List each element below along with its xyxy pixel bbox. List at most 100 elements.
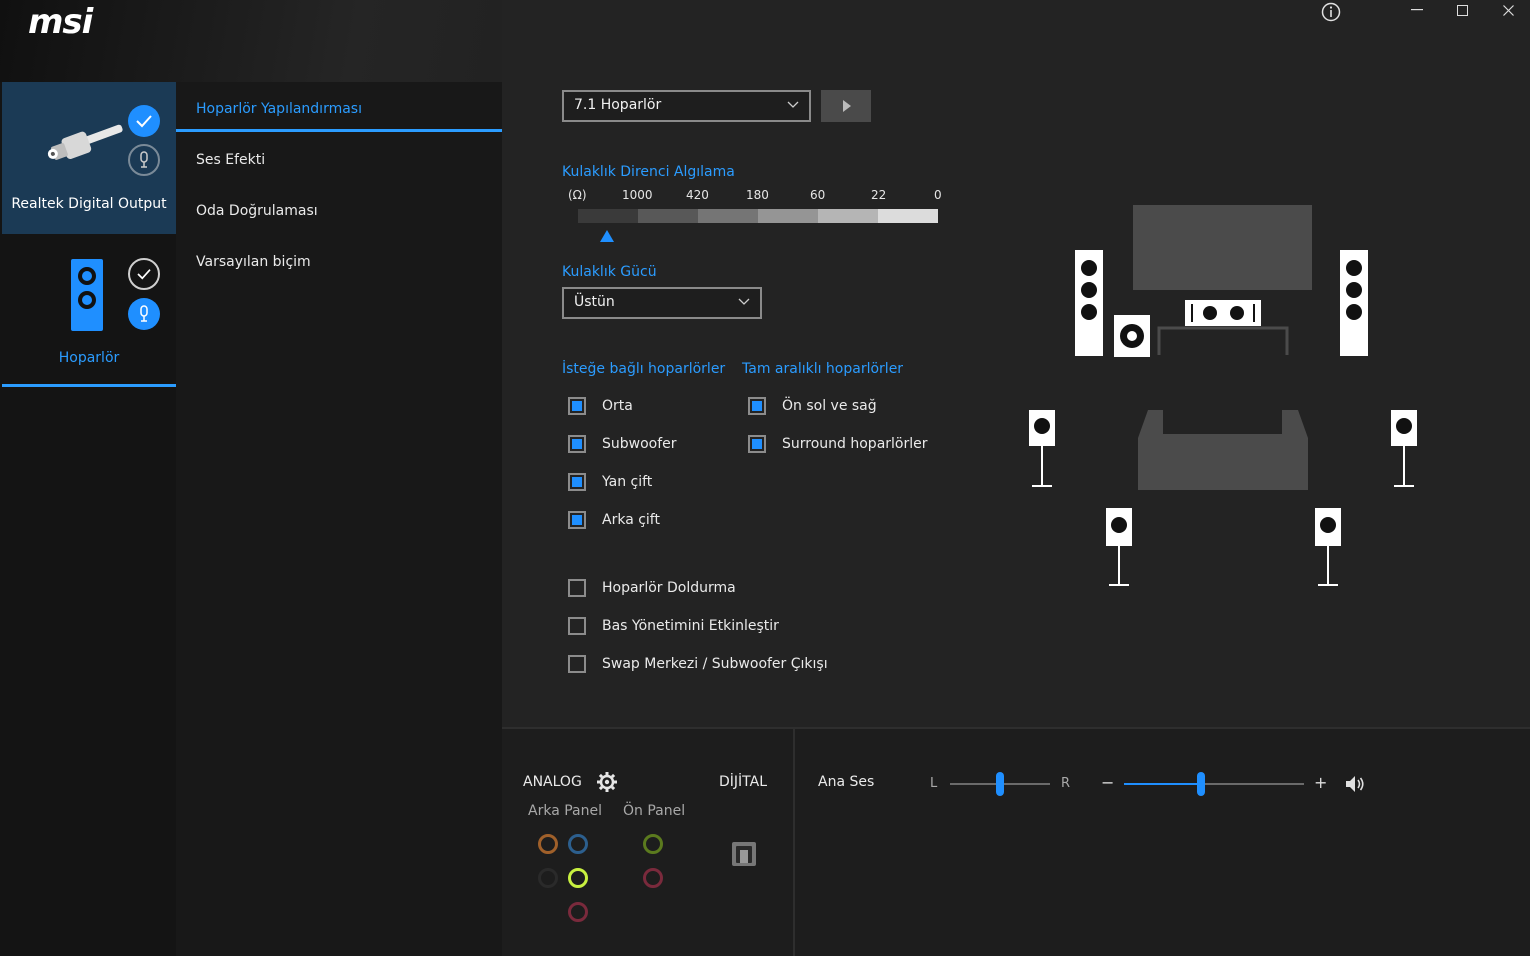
settings-menu: Hoparlör Yapılandırması Ses Efekti Oda D… [176, 82, 502, 956]
speaker-volume-icon[interactable] [1345, 775, 1365, 793]
checkbox-box[interactable] [568, 655, 586, 673]
checkbox-orta[interactable]: Orta [568, 397, 633, 415]
info-icon[interactable] [1321, 2, 1341, 22]
headphone-power-title: Kulaklık Gücü [562, 264, 657, 280]
checkbox-surround-hoparlorler[interactable]: Surround hoparlörler [748, 435, 928, 453]
side-right-speaker-icon[interactable] [1391, 410, 1417, 487]
microphone-icon [128, 298, 160, 330]
balance-left-label: L [930, 776, 938, 791]
checkbox-label: Surround hoparlörler [782, 436, 928, 452]
checkbox-label: Hoparlör Doldurma [602, 580, 736, 596]
checkbox-yan-cift[interactable]: Yan çift [568, 473, 652, 491]
fullrange-speakers-title: Tam aralıklı hoparlörler [742, 361, 904, 377]
selected-check-icon [128, 105, 160, 137]
rear-left-speaker-icon[interactable] [1106, 508, 1132, 586]
chevron-down-icon [787, 101, 799, 108]
checkbox-box[interactable] [568, 473, 586, 491]
front-right-speaker-icon[interactable] [1340, 250, 1368, 356]
device-label: Hoparlör [58, 350, 120, 366]
checkbox-box[interactable] [568, 397, 586, 415]
checkbox-on-sol-ve-sag[interactable]: Ön sol ve sağ [748, 397, 877, 415]
msi-logo: msi [28, 2, 93, 42]
checkbox-box[interactable] [568, 511, 586, 529]
check-icon [128, 258, 160, 290]
checkbox-label: Orta [602, 398, 633, 414]
front-left-speaker-icon[interactable] [1075, 250, 1103, 356]
checkbox-subwoofer[interactable]: Subwoofer [568, 435, 677, 453]
speaker-icon [71, 259, 103, 331]
headphone-power-select[interactable]: Üstün [562, 287, 762, 319]
checkbox-box[interactable] [748, 435, 766, 453]
optical-port-icon[interactable] [731, 841, 757, 867]
checkbox-box[interactable] [748, 397, 766, 415]
impedance-unit: (Ω) [568, 188, 587, 202]
jack-pink[interactable] [568, 902, 588, 922]
jack-lime-active[interactable] [568, 868, 588, 888]
back-panel-label: Arka Panel [528, 803, 602, 819]
checkbox-swap-merkezi[interactable]: Swap Merkezi / Subwoofer Çıkışı [568, 655, 828, 673]
tv-screen [1133, 205, 1312, 290]
menu-active-underline [176, 129, 502, 132]
checkbox-bas-yonetimi[interactable]: Bas Yönetimini Etkinleştir [568, 617, 779, 635]
impedance-tick: 60 [810, 188, 826, 202]
digital-cable-icon [47, 124, 123, 160]
jack-orange[interactable] [538, 834, 558, 854]
volume-slider-thumb[interactable] [1197, 772, 1206, 796]
side-left-speaker-icon[interactable] [1029, 410, 1055, 487]
analog-label: ANALOG [523, 774, 582, 790]
jack-black[interactable] [538, 868, 558, 888]
menu-item-oda-dogrulamasi[interactable]: Oda Doğrulaması [196, 203, 318, 219]
jack-blue[interactable] [568, 834, 588, 854]
volume-plus-button[interactable]: + [1314, 773, 1327, 792]
checkbox-label: Subwoofer [602, 436, 677, 452]
balance-right-label: R [1061, 776, 1071, 791]
digital-label: DİJİTAL [719, 774, 768, 790]
play-test-button[interactable] [821, 90, 871, 122]
play-icon [843, 100, 851, 112]
checkbox-hoparlor-doldurma[interactable]: Hoparlör Doldurma [568, 579, 736, 597]
chevron-down-icon [738, 298, 750, 305]
device-realtek-digital-output[interactable]: Realtek Digital Output [2, 82, 176, 234]
impedance-tick: 22 [871, 188, 887, 202]
checkbox-arka-cift[interactable]: Arka çift [568, 511, 660, 529]
menu-item-varsayilan-bicim[interactable]: Varsayılan biçim [196, 254, 311, 270]
close-icon[interactable] [1503, 5, 1514, 16]
menu-item-hoparlor-yapilandirmasi[interactable]: Hoparlör Yapılandırması [196, 101, 362, 117]
connector-panel: ANALOG DİJİTAL Arka Panel Ön Panel [502, 727, 795, 956]
subwoofer-icon[interactable] [1114, 315, 1150, 357]
device-selected-underline [2, 384, 176, 387]
checkbox-label: Arka çift [602, 512, 660, 528]
checkbox-box[interactable] [568, 579, 586, 597]
headphone-impedance-title: Kulaklık Direnci Algılama [562, 164, 735, 180]
volume-slider-fill [1124, 783, 1202, 785]
impedance-tick: 1000 [622, 188, 653, 202]
speaker-config-select[interactable]: 7.1 Hoparlör [562, 90, 811, 122]
impedance-indicator-icon [600, 230, 614, 242]
speaker-layout-diagram [1029, 205, 1417, 586]
sofa [1138, 410, 1308, 490]
balance-slider-thumb[interactable] [996, 772, 1004, 796]
checkbox-box[interactable] [568, 435, 586, 453]
checkbox-label: Ön sol ve sağ [782, 398, 877, 414]
checkbox-label: Bas Yönetimini Etkinleştir [602, 618, 779, 634]
volume-minus-button[interactable]: − [1101, 773, 1114, 792]
microphone-icon [128, 144, 160, 176]
checkbox-label: Yan çift [602, 474, 653, 490]
device-hoparlor[interactable]: Hoparlör [2, 234, 176, 386]
jack-front-green[interactable] [643, 834, 663, 854]
checkbox-box[interactable] [568, 617, 586, 635]
impedance-scale-bar [578, 209, 938, 223]
menu-item-ses-efekti[interactable]: Ses Efekti [196, 152, 265, 168]
device-label: Realtek Digital Output [11, 196, 167, 212]
tv-stand [1157, 326, 1289, 355]
maximize-icon[interactable] [1457, 5, 1468, 16]
center-speaker-icon[interactable] [1185, 300, 1261, 326]
rear-right-speaker-icon[interactable] [1315, 508, 1341, 586]
master-volume-label: Ana Ses [818, 774, 875, 790]
checkbox-label: Swap Merkezi / Subwoofer Çıkışı [602, 656, 828, 672]
gear-icon[interactable] [596, 771, 618, 793]
jack-front-pink[interactable] [643, 868, 663, 888]
speaker-config-value: 7.1 Hoparlör [574, 97, 662, 113]
minimize-icon[interactable] [1411, 9, 1423, 11]
optional-speakers-title: İsteğe bağlı hoparlörler [562, 361, 726, 377]
